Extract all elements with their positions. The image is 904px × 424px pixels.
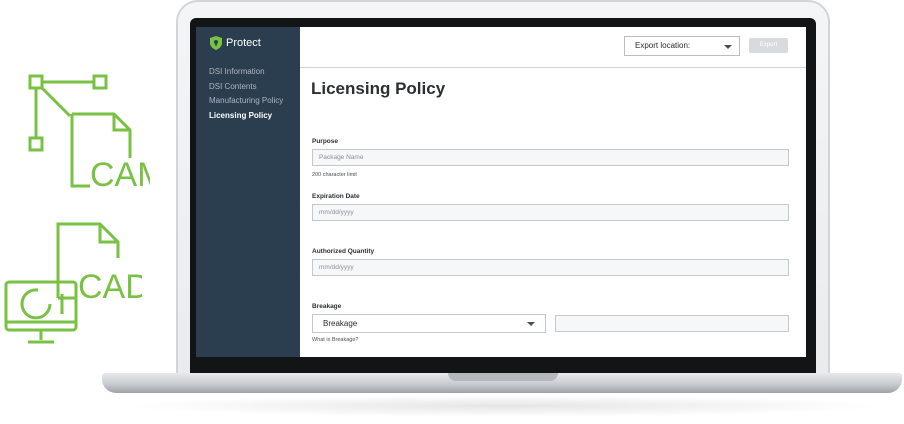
chevron-down-icon (527, 322, 535, 326)
laptop-shadow (120, 395, 890, 417)
breakage-selected-value: Breakage (323, 319, 358, 328)
export-location-label: Export location: (635, 41, 691, 50)
breakage-help-link[interactable]: What is Breakage? (312, 337, 358, 343)
brand-logo[interactable]: Protect (210, 36, 261, 50)
authorized-quantity-input[interactable]: mm/dd/yyyy (312, 259, 789, 276)
top-bar: Export location: Export (300, 27, 806, 68)
cam-file-icon: CAM (28, 74, 150, 194)
breakage-select[interactable]: Breakage (312, 314, 546, 333)
app-screen: Protect DSI Information DSI Contents Man… (196, 27, 806, 357)
purpose-input[interactable]: Package Name (312, 149, 789, 166)
sidebar: Protect DSI Information DSI Contents Man… (196, 27, 300, 357)
page-title: Licensing Policy (311, 79, 446, 98)
sidebar-item-manufacturing-policy[interactable]: Manufacturing Policy (209, 94, 283, 109)
chevron-down-icon (724, 45, 732, 49)
expiration-date-label: Expiration Date (312, 193, 360, 200)
sidebar-item-dsi-contents[interactable]: DSI Contents (209, 80, 283, 95)
sidebar-item-dsi-information[interactable]: DSI Information (209, 65, 283, 80)
breakage-label: Breakage (312, 303, 342, 310)
purpose-help-text: 200 character limit (312, 172, 357, 178)
cad-file-icon: CAD (4, 222, 142, 344)
sidebar-item-licensing-policy[interactable]: Licensing Policy (209, 109, 283, 124)
shield-icon (210, 36, 222, 50)
laptop-notch (448, 373, 558, 381)
export-button[interactable]: Export (749, 38, 788, 53)
export-location-select[interactable]: Export location: (624, 36, 740, 56)
expiration-date-input[interactable]: mm/dd/yyyy (312, 204, 789, 221)
breakage-input[interactable] (555, 315, 789, 332)
purpose-label: Purpose (312, 138, 339, 145)
sidebar-nav: DSI Information DSI Contents Manufacturi… (209, 65, 283, 123)
brand-name: Protect (226, 37, 261, 49)
cam-label: CAM (90, 156, 150, 194)
authorized-quantity-label: Authorized Quantity (312, 248, 375, 255)
cad-label: CAD (78, 268, 142, 306)
